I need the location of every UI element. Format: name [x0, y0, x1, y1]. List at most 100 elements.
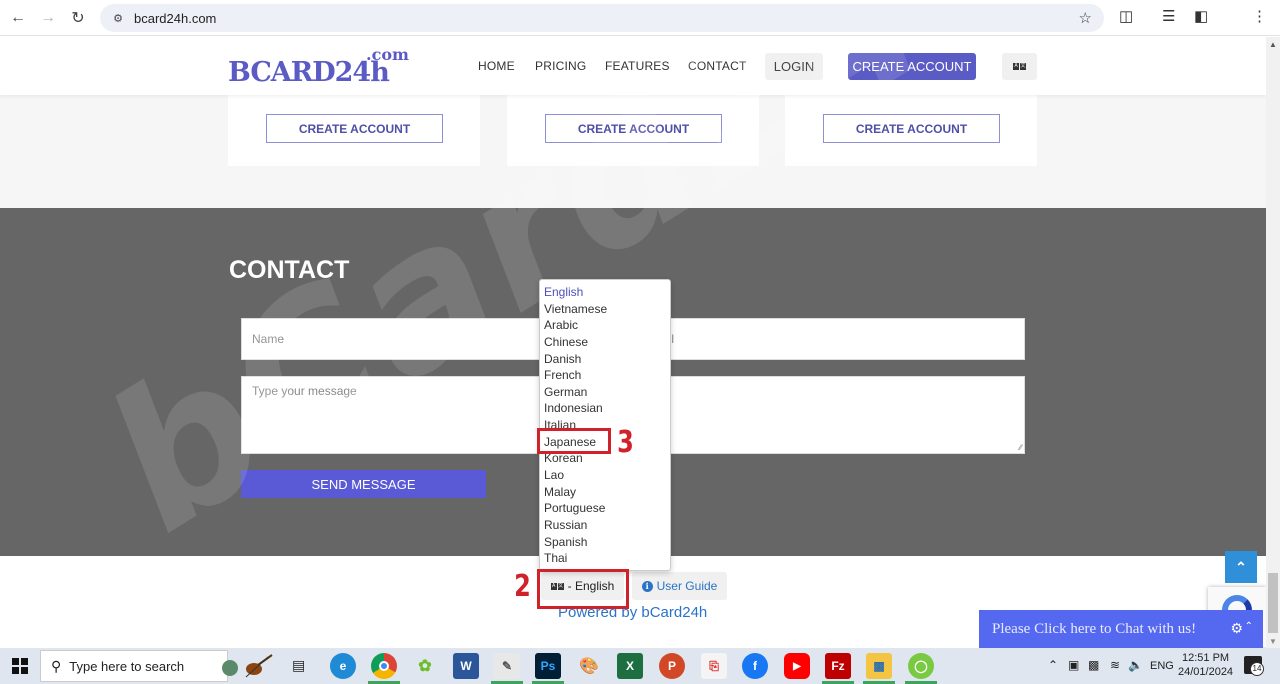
clock-date: 24/01/2024 — [1178, 666, 1234, 678]
notification-count: 14 — [1250, 662, 1264, 676]
notepad-icon[interactable]: ✎ — [491, 653, 523, 684]
green-app-icon[interactable]: ◯ — [905, 653, 937, 684]
annotation-box-step3 — [537, 428, 611, 454]
extensions-icon[interactable]: ◫ — [1119, 7, 1133, 25]
coccoc-icon[interactable]: ✿ — [412, 653, 438, 679]
photoshop-icon[interactable]: Ps — [532, 653, 564, 684]
powerpoint-icon[interactable]: P — [659, 653, 685, 679]
notification-center-icon[interactable]: 14 — [1244, 656, 1264, 676]
file-explorer-icon[interactable]: ▩ — [863, 653, 895, 684]
logo[interactable]: BCARD24h .com — [228, 45, 412, 88]
bookmark-star-icon[interactable]: ☆ — [1079, 9, 1092, 27]
contact-title: CONTACT — [229, 256, 350, 284]
page-scrollbar[interactable]: ▲ ▼ — [1266, 37, 1280, 648]
user-guide-label: User Guide — [656, 579, 718, 593]
language-option-arabic[interactable]: Arabic — [540, 317, 670, 334]
language-option-german[interactable]: German — [540, 384, 670, 401]
chat-widget[interactable]: Please Click here to Chat with us! ⚙ ⌃ — [979, 610, 1263, 648]
word-icon[interactable]: W — [453, 653, 479, 679]
media-control-icon[interactable]: ☰ — [1162, 7, 1175, 25]
menu-kebab-icon[interactable]: ⋮ — [1252, 7, 1267, 25]
edge-icon[interactable]: e — [330, 653, 356, 679]
language-options-list: English Vietnamese Arabic Chinese Danish Fren… — [540, 280, 670, 567]
nav-home[interactable]: HOME — [478, 59, 515, 73]
language-option-vietnamese[interactable]: Vietnamese — [540, 301, 670, 318]
card-create-account-button[interactable]: CREATE ACCOUNT — [266, 114, 443, 143]
language-button[interactable]: A文 — [1002, 53, 1037, 80]
pdf-icon[interactable]: ⎘ — [701, 653, 727, 679]
create-account-button[interactable]: CREATE ACCOUNT — [848, 53, 976, 80]
chevron-up-icon[interactable]: ⌃ — [1245, 621, 1253, 632]
address-bar[interactable]: ⚙ bcard24h.com ☆ — [100, 4, 1104, 32]
scrollbar-thumb[interactable] — [1268, 573, 1278, 633]
tray-meet-icon[interactable]: ▣ — [1068, 658, 1079, 672]
system-clock[interactable]: 12:51 PM 24/01/2024 — [1178, 651, 1233, 679]
taskbar-search[interactable]: ⚲ Type here to search — [40, 650, 228, 682]
excel-icon[interactable]: X — [617, 653, 643, 679]
scroll-up-arrow-icon[interactable]: ▲ — [1269, 40, 1277, 49]
input-language[interactable]: ENG — [1150, 660, 1174, 672]
back-button[interactable]: ← — [7, 7, 29, 29]
gear-icon[interactable]: ⚙ — [1230, 620, 1243, 637]
windows-start-icon[interactable] — [12, 658, 28, 674]
pricing-card: CREATE ACCOUNT — [785, 95, 1037, 166]
reload-button[interactable]: ↻ — [67, 7, 89, 29]
login-button[interactable]: LOGIN — [765, 53, 823, 80]
taskbar-search-placeholder: Type here to search — [69, 658, 185, 674]
chevron-up-icon: ⌃ — [1235, 558, 1247, 575]
pricing-card: CREATE ACCOUNT — [228, 95, 480, 166]
youtube-icon[interactable]: ▶ — [784, 653, 810, 679]
language-option-spanish[interactable]: Spanish — [540, 534, 670, 551]
clock-time: 12:51 PM — [1181, 652, 1230, 664]
tray-expand-icon[interactable]: ⌃ — [1048, 658, 1058, 672]
language-option-chinese[interactable]: Chinese — [540, 334, 670, 351]
back-to-top-button[interactable]: ⌃ — [1225, 551, 1257, 583]
task-view-icon[interactable]: ▤ — [292, 657, 305, 674]
nav-features[interactable]: FEATURES — [605, 59, 670, 73]
nav-pricing[interactable]: PRICING — [535, 59, 586, 73]
chrome-icon[interactable] — [368, 653, 400, 684]
translate-icon: A文 — [1013, 63, 1026, 70]
annotation-box-step2 — [537, 569, 629, 609]
language-option-thai[interactable]: Thai — [540, 550, 670, 567]
language-option-indonesian[interactable]: Indonesian — [540, 400, 670, 417]
language-option-danish[interactable]: Danish — [540, 351, 670, 368]
scroll-down-arrow-icon[interactable]: ▼ — [1269, 637, 1277, 646]
side-panel-icon[interactable]: ◧ — [1194, 7, 1208, 25]
email-input[interactable]: Email — [633, 318, 1025, 360]
info-icon: i — [641, 580, 653, 592]
windows-taskbar: ⚲ Type here to search ▤ e ✿ W ✎ Ps 🎨 X P… — [0, 648, 1280, 684]
volume-icon[interactable]: 🔈 — [1128, 658, 1143, 672]
site-info-icon[interactable]: ⚙ — [110, 10, 126, 26]
resize-grip-icon[interactable]: ∕∕ — [1019, 443, 1022, 452]
facebook-icon[interactable]: f — [742, 653, 768, 679]
language-option-english[interactable]: English — [540, 284, 670, 301]
paint-icon[interactable]: 🎨 — [576, 653, 602, 679]
name-placeholder: Name — [252, 332, 285, 346]
language-option-russian[interactable]: Russian — [540, 517, 670, 534]
nav-contact[interactable]: CONTACT — [688, 59, 747, 73]
send-message-button[interactable]: SEND MESSAGE — [241, 470, 486, 498]
card-create-account-button[interactable]: CREATE ACCOUNT — [823, 114, 1000, 143]
wifi-icon[interactable]: ≋ — [1110, 658, 1120, 672]
language-option-malay[interactable]: Malay — [540, 484, 670, 501]
card-create-account-button[interactable]: CREATE ACCOUNT — [545, 114, 722, 143]
language-option-lao[interactable]: Lao — [540, 467, 670, 484]
logo-text: BCARD24h — [228, 57, 390, 88]
language-option-portuguese[interactable]: Portuguese — [540, 500, 670, 517]
forward-button[interactable]: → — [37, 7, 59, 29]
language-dropdown[interactable]: English Vietnamese Arabic Chinese Danish Fren… — [539, 279, 671, 571]
chat-label: Please Click here to Chat with us! — [992, 620, 1197, 637]
web-page: BCARD24h .com HOME PRICING FEATURES CONT… — [0, 37, 1266, 648]
site-header: BCARD24h .com HOME PRICING FEATURES CONT… — [0, 37, 1266, 95]
browser-toolbar: ← → ↻ ⚙ bcard24h.com ☆ ◫ ☰ ◧ ⋮ — [0, 0, 1280, 36]
url-text[interactable]: bcard24h.com — [134, 11, 216, 26]
tray-recording-icon[interactable]: ▩ — [1088, 658, 1099, 672]
language-option-french[interactable]: French — [540, 367, 670, 384]
pricing-card: CREATE ACCOUNT — [507, 95, 759, 166]
message-placeholder: Type your message — [252, 384, 357, 398]
logo-main: BCARD — [228, 57, 336, 88]
user-guide-button[interactable]: i User Guide — [632, 572, 727, 600]
filezilla-icon[interactable]: Fz — [822, 653, 854, 684]
search-highlight-art-icon[interactable] — [216, 653, 276, 679]
